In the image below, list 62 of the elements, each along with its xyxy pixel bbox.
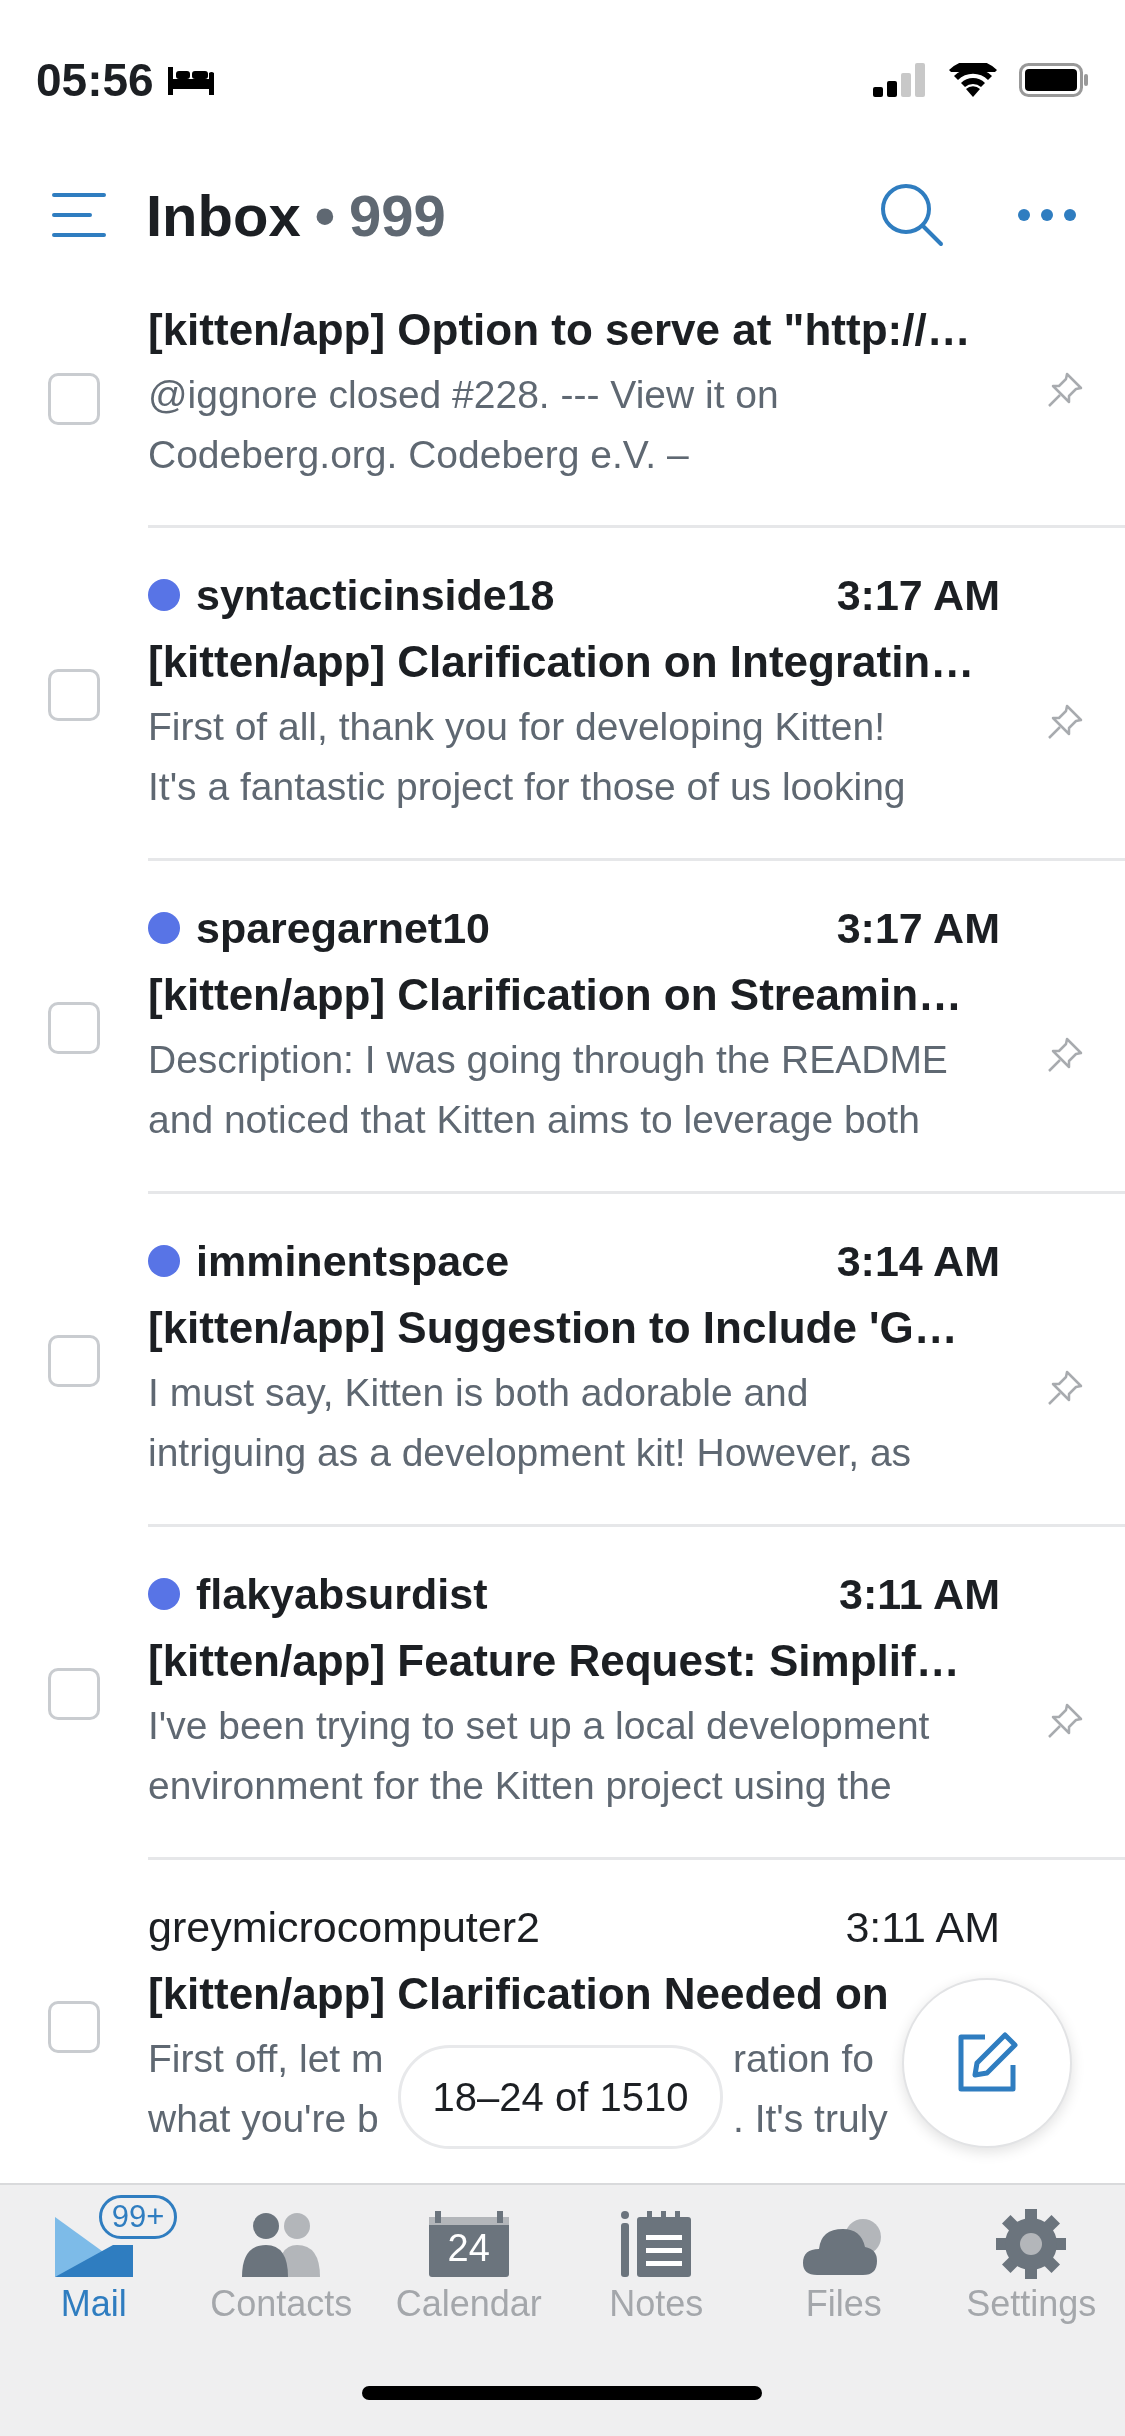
- settings-icon: [996, 2209, 1067, 2279]
- message-subject: [kitten/app] Feature Request: Simplif…: [148, 1635, 960, 1687]
- tab[interactable]: Contacts: [187, 2185, 375, 2325]
- unread-dot: [148, 579, 180, 611]
- message-subject: [kitten/app] Option to serve at "http://…: [148, 304, 971, 356]
- signal-icon: [873, 63, 927, 97]
- tab[interactable]: 24 Calendar: [375, 2185, 563, 2325]
- message-preview: . It's truly: [733, 2096, 888, 2142]
- sender-name: greymicrocomputer2: [148, 1902, 540, 1952]
- tab[interactable]: Settings: [937, 2185, 1125, 2325]
- checkbox[interactable]: [48, 373, 100, 425]
- message-time: 3:17 AM: [836, 570, 1000, 620]
- checkbox[interactable]: [48, 2000, 100, 2053]
- message-preview: I've been trying to set up a local development: [148, 1703, 930, 1749]
- message-subject: [kitten/app] Suggestion to Include 'G…: [148, 1302, 958, 1354]
- sender-name: sparegarnet10: [196, 903, 490, 953]
- message-preview: I must say, Kitten is both adorable and: [148, 1370, 809, 1416]
- sender-name: syntacticinside18: [196, 570, 555, 620]
- message-time: 3:11 AM: [839, 1569, 1000, 1619]
- title-separator: •: [314, 181, 335, 249]
- unread-dot: [148, 912, 180, 944]
- sender-name: flakyabsurdist: [196, 1569, 488, 1619]
- contacts-icon: [240, 2211, 323, 2277]
- message-preview: and noticed that Kitten aims to leverage both: [148, 1097, 920, 1143]
- tab[interactable]: Notes: [562, 2185, 750, 2325]
- message-time: 3:11 AM: [845, 1902, 1000, 1952]
- checkbox[interactable]: [48, 1667, 100, 1720]
- message-preview: Codeberg.org. Codeberg e.V. –: [148, 432, 689, 478]
- message-subject: [kitten/app] Clarification on Integratin…: [148, 636, 975, 688]
- battery-icon: [1019, 63, 1089, 97]
- search-icon[interactable]: [879, 182, 945, 248]
- status-time: 05:56: [36, 53, 154, 107]
- menu-icon[interactable]: [52, 192, 106, 238]
- notes-icon: [621, 2211, 692, 2277]
- page-indicator: 18–24 of 1510: [398, 2045, 723, 2149]
- inbox-title: Inbox: [146, 181, 301, 249]
- tab[interactable]: Files: [750, 2185, 938, 2325]
- checkbox[interactable]: [48, 1334, 100, 1387]
- message-preview: what you're b: [148, 2096, 379, 2142]
- checkbox[interactable]: [48, 668, 100, 721]
- unread-dot: [148, 1245, 180, 1277]
- message-preview: @iggnore closed #228. --- View it on: [148, 372, 779, 418]
- tab[interactable]: 99+ Mail: [0, 2185, 188, 2325]
- more-icon[interactable]: [1017, 208, 1077, 222]
- message-preview: environment for the Kitten project using the: [148, 1763, 892, 1809]
- message-subject: [kitten/app] Clarification Needed on: [148, 1968, 889, 2020]
- message-time: 3:14 AM: [836, 1236, 1000, 1286]
- bed-icon: [167, 65, 214, 95]
- sender-name: imminentspace: [196, 1236, 510, 1286]
- message-preview: ration fo: [733, 2036, 874, 2082]
- wifi-icon: [949, 63, 997, 97]
- message-preview: It's a fantastic project for those of us looking: [148, 764, 906, 810]
- message-preview: intriguing as a development kit! However, as: [148, 1430, 912, 1476]
- unread-count: 999: [349, 181, 446, 249]
- message-preview: First of all, thank you for developing Kitten!: [148, 704, 886, 750]
- checkbox[interactable]: [48, 1001, 100, 1054]
- message-preview: First off, let m: [148, 2036, 384, 2082]
- unread-dot: [148, 1578, 180, 1610]
- message-time: 3:17 AM: [836, 903, 1000, 953]
- message-subject: [kitten/app] Clarification on Streamin…: [148, 969, 963, 1021]
- message-preview: Description: I was going through the README: [148, 1037, 948, 1083]
- unread-badge: 99+: [98, 2195, 178, 2239]
